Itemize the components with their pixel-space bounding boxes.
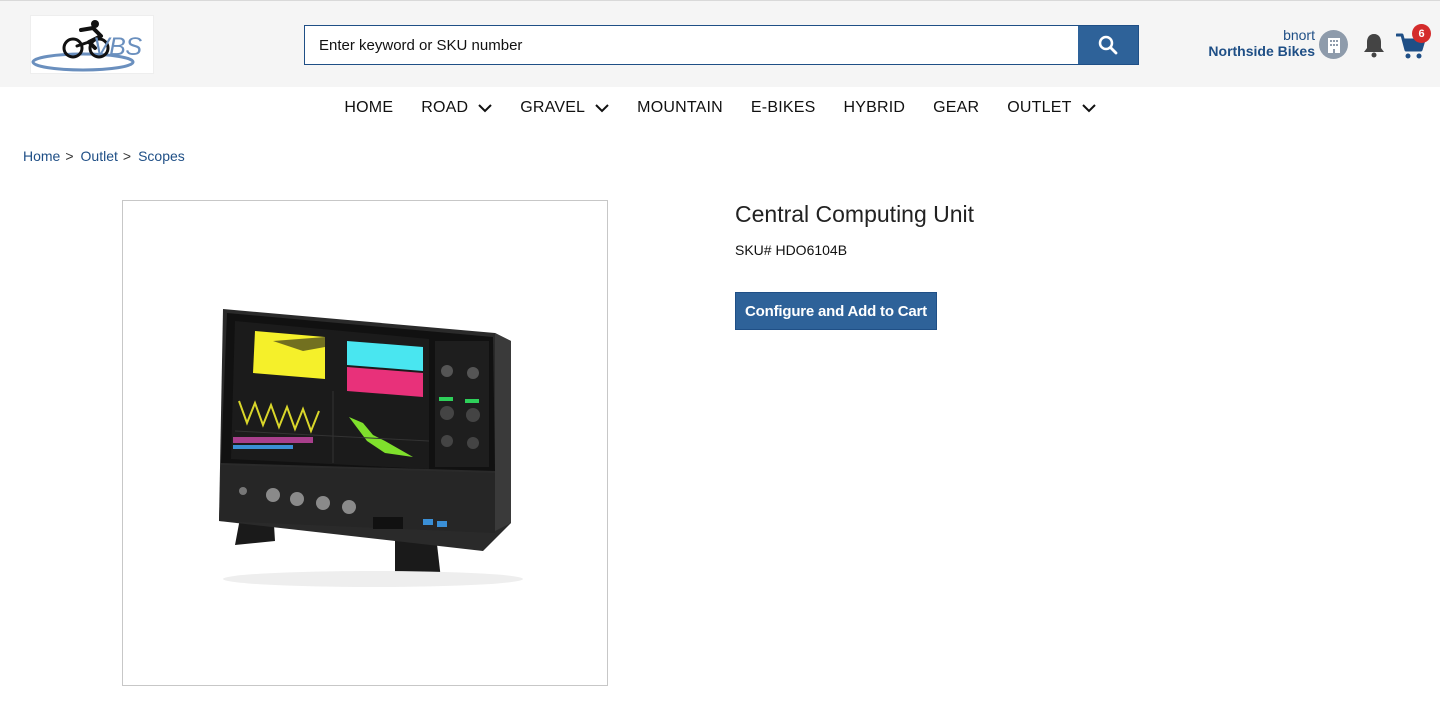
nav-item-outlet[interactable]: OUTLET bbox=[1007, 99, 1096, 117]
breadcrumb-scopes[interactable]: Scopes bbox=[138, 148, 185, 164]
nav-item-hybrid[interactable]: HYBRID bbox=[843, 99, 905, 117]
company-name: Northside Bikes bbox=[1208, 43, 1315, 59]
chevron-down-icon bbox=[1081, 103, 1096, 112]
search-input[interactable] bbox=[305, 26, 1078, 64]
chevron-down-icon bbox=[478, 103, 492, 112]
nav-label: OUTLET bbox=[1007, 99, 1072, 116]
nav-item-gear[interactable]: GEAR bbox=[933, 99, 979, 117]
breadcrumb: Home > Outlet > Scopes bbox=[23, 148, 185, 164]
nav-item-road[interactable]: ROAD bbox=[421, 99, 492, 117]
nav-item-mountain[interactable]: MOUNTAIN bbox=[637, 99, 723, 117]
nav-label: ROAD bbox=[421, 99, 469, 116]
nav-item-e-bikes[interactable]: E-BIKES bbox=[751, 99, 816, 117]
product-title: Central Computing Unit bbox=[735, 201, 975, 227]
nav-label: HOME bbox=[344, 99, 394, 116]
nav-item-gravel[interactable]: GRAVEL bbox=[520, 99, 609, 117]
search-button[interactable] bbox=[1078, 26, 1138, 64]
nav-item-home[interactable]: HOME bbox=[344, 99, 393, 117]
brand-logo[interactable]: VBS bbox=[30, 15, 154, 74]
site-header: VBS bnort Northside Bikes bbox=[0, 0, 1440, 87]
nav-label: HYBRID bbox=[843, 99, 906, 116]
breadcrumb-outlet[interactable]: Outlet bbox=[81, 148, 118, 164]
building-icon[interactable] bbox=[1319, 30, 1348, 59]
nav-label: GRAVEL bbox=[520, 99, 586, 116]
product-sku: SKU# HDO6104B bbox=[735, 242, 848, 258]
configure-add-to-cart-button[interactable]: Configure and Add to Cart bbox=[735, 292, 937, 330]
logo-text: VBS bbox=[93, 33, 142, 61]
product-image bbox=[219, 309, 523, 587]
chevron-down-icon bbox=[595, 103, 609, 112]
main-nav: HOME ROAD GRAVEL MOUNTAIN E-BIKES HYBRID… bbox=[0, 87, 1440, 129]
nav-label: MOUNTAIN bbox=[637, 99, 723, 116]
account-menu[interactable]: bnort Northside Bikes bbox=[1180, 27, 1315, 59]
product-image-frame bbox=[122, 200, 608, 686]
nav-label: E-BIKES bbox=[750, 99, 816, 116]
building-glyph-icon bbox=[1327, 37, 1340, 53]
search-icon bbox=[1098, 35, 1118, 55]
cart-count-badge: 6 bbox=[1412, 24, 1431, 43]
breadcrumb-home[interactable]: Home bbox=[23, 148, 60, 164]
nav-label: GEAR bbox=[933, 99, 980, 116]
search-bar bbox=[304, 25, 1139, 65]
user-name: bnort bbox=[1283, 27, 1315, 43]
bell-icon[interactable] bbox=[1362, 32, 1386, 58]
breadcrumb-separator: > bbox=[122, 148, 132, 164]
breadcrumb-separator: > bbox=[65, 148, 74, 164]
